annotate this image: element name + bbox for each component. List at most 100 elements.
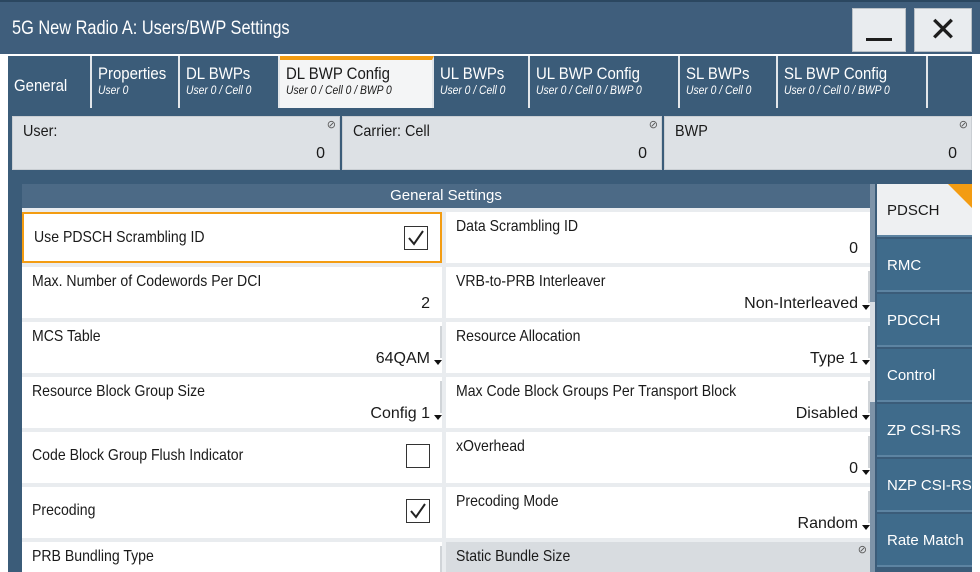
precoding-mode-dropdown[interactable]: Precoding Mode Random <box>446 487 870 538</box>
prb-bundling-type-dropdown[interactable]: PRB Bundling Type <box>22 542 442 572</box>
cbg-flush-indicator-checkbox[interactable] <box>406 444 430 468</box>
field-label: Precoding <box>32 502 96 519</box>
nav-label: Rate Match <box>887 532 964 549</box>
nav-label: PDSCH <box>887 202 940 219</box>
user-field: User: ⊘ 0 <box>12 116 340 170</box>
dropdown-arrow-icon <box>862 470 870 475</box>
tab-label: General <box>14 76 68 95</box>
tab-label: DL BWPs <box>186 64 251 83</box>
tab-dl-bwps[interactable]: DL BWPs User 0 / Cell 0 <box>180 56 280 108</box>
field-label: Max. Number of Codewords Per DCI <box>32 273 262 290</box>
vrb-to-prb-interleaver-dropdown[interactable]: VRB-to-PRB Interleaver Non-Interleaved <box>446 267 870 318</box>
minimize-icon <box>866 37 892 41</box>
tab-sublabel: User 0 / Cell 0 <box>440 83 506 97</box>
use-pdsch-scrambling-id-checkbox[interactable] <box>404 226 428 250</box>
rbg-size-value: Config 1 <box>370 405 430 422</box>
right-navigation: PDSCH RMC PDCCH Control ZP CSI-RS NZP CS… <box>877 184 972 572</box>
dropdown-arrow-icon <box>862 525 870 530</box>
nav-control[interactable]: Control <box>877 349 972 402</box>
field-label: VRB-to-PRB Interleaver <box>456 273 606 290</box>
resource-allocation-dropdown[interactable]: Resource Allocation Type 1 <box>446 322 870 373</box>
nav-label: ZP CSI-RS <box>887 422 961 439</box>
bwp-field: BWP ⊘ 0 <box>664 116 972 170</box>
user-label: User: <box>23 123 58 140</box>
close-button[interactable]: ✕ <box>914 8 972 52</box>
checkmark-icon <box>410 503 426 519</box>
dropdown-arrow-icon <box>862 360 870 365</box>
scrollbar-thumb[interactable] <box>870 302 875 402</box>
dropdown-arrow-icon <box>434 360 442 365</box>
tab-sl-bwps[interactable]: SL BWPs User 0 / Cell 0 <box>680 56 778 108</box>
carrier-label: Carrier: Cell <box>353 123 430 140</box>
resource-allocation-value: Type 1 <box>809 350 858 367</box>
tab-label: UL BWP Config <box>536 64 640 83</box>
general-settings-panel: General Settings Use PDSCH Scrambling ID… <box>22 184 870 572</box>
dropdown-arrow-icon <box>434 415 442 420</box>
tab-label: SL BWPs <box>686 64 750 83</box>
max-codewords-field[interactable]: Max. Number of Codewords Per DCI 2 <box>22 267 442 318</box>
tab-properties[interactable]: Properties User 0 <box>92 56 180 108</box>
bwp-value: 0 <box>948 145 957 162</box>
mcs-table-dropdown[interactable]: MCS Table 64QAM <box>22 322 442 373</box>
max-cbg-dropdown[interactable]: Max Code Block Groups Per Transport Bloc… <box>446 377 870 428</box>
nav-pdsch[interactable]: PDSCH <box>877 184 972 237</box>
nav-label: PDCCH <box>887 312 941 329</box>
field-label: Resource Allocation <box>456 328 581 345</box>
nav-pdcch[interactable]: PDCCH <box>877 294 972 347</box>
bwp-label: BWP <box>675 123 708 140</box>
window-title: 5G New Radio A: Users/BWP Settings <box>12 18 290 39</box>
tab-label: UL BWPs <box>440 64 505 83</box>
field-label: Resource Block Group Size <box>32 383 205 400</box>
header-info-row: User: ⊘ 0 Carrier: Cell ⊘ 0 BWP ⊘ 0 <box>8 108 972 178</box>
nav-nzp-csi-rs[interactable]: NZP CSI-RS <box>877 459 972 512</box>
data-scrambling-id-field[interactable]: Data Scrambling ID 0 <box>446 212 870 263</box>
dropdown-arrow-icon <box>862 305 870 310</box>
xoverhead-dropdown[interactable]: xOverhead 0 <box>446 432 870 483</box>
tab-general[interactable]: General <box>8 56 92 108</box>
nav-label: Control <box>887 367 936 384</box>
tab-sublabel: User 0 / Cell 0 <box>686 83 752 97</box>
tab-sl-bwp-config[interactable]: SL BWP Config User 0 / Cell 0 / BWP 0 <box>778 56 928 108</box>
checkmark-icon <box>408 230 424 246</box>
precoding-field[interactable]: Precoding <box>22 487 442 538</box>
field-label: Static Bundle Size <box>456 548 571 565</box>
main-area: General Settings Use PDSCH Scrambling ID… <box>8 178 972 572</box>
field-label: Data Scrambling ID <box>456 218 579 235</box>
tab-dl-bwp-config[interactable]: DL BWP Config User 0 / Cell 0 / BWP 0 <box>280 56 434 108</box>
tab-sublabel: User 0 / Cell 0 / BWP 0 <box>536 83 642 97</box>
nav-rate-match[interactable]: Rate Match <box>877 514 972 567</box>
tab-bar: General Properties User 0 DL BWPs User 0… <box>8 56 972 108</box>
user-value: 0 <box>316 145 325 162</box>
dropdown-arrow-icon <box>862 415 870 420</box>
max-cbg-value: Disabled <box>795 405 858 422</box>
field-label: MCS Table <box>32 328 101 345</box>
field-label: Code Block Group Flush Indicator <box>32 447 244 464</box>
read-only-icon: ⊘ <box>958 119 968 131</box>
field-label: Use PDSCH Scrambling ID <box>34 229 205 246</box>
tab-label: SL BWP Config <box>784 64 888 83</box>
cbg-flush-indicator-field[interactable]: Code Block Group Flush Indicator <box>22 432 442 483</box>
max-codewords-value: 2 <box>421 295 430 312</box>
dropdown-rail <box>440 326 442 358</box>
title-bar: 5G New Radio A: Users/BWP Settings ✕ <box>0 0 980 54</box>
read-only-icon: ⊘ <box>326 119 336 131</box>
nav-label: NZP CSI-RS <box>887 477 972 494</box>
precoding-checkbox[interactable] <box>406 499 430 523</box>
tab-ul-bwp-config[interactable]: UL BWP Config User 0 / Cell 0 / BWP 0 <box>530 56 680 108</box>
vertical-scrollbar[interactable] <box>870 184 875 572</box>
carrier-field: Carrier: Cell ⊘ 0 <box>342 116 662 170</box>
vrb-to-prb-value: Non-Interleaved <box>744 295 858 312</box>
nav-rmc[interactable]: RMC <box>877 239 972 292</box>
tab-label: Properties <box>98 64 167 83</box>
minimize-button[interactable] <box>852 8 906 52</box>
use-pdsch-scrambling-id-field[interactable]: Use PDSCH Scrambling ID <box>22 212 442 263</box>
nav-label: RMC <box>887 257 922 274</box>
tab-ul-bwps[interactable]: UL BWPs User 0 / Cell 0 <box>434 56 530 108</box>
active-corner-marker <box>948 184 972 208</box>
precoding-mode-value: Random <box>797 515 858 532</box>
close-icon: ✕ <box>928 10 958 50</box>
rbg-size-dropdown[interactable]: Resource Block Group Size Config 1 <box>22 377 442 428</box>
field-label: xOverhead <box>456 438 525 455</box>
nav-zp-csi-rs[interactable]: ZP CSI-RS <box>877 404 972 457</box>
dropdown-rail <box>440 546 442 572</box>
